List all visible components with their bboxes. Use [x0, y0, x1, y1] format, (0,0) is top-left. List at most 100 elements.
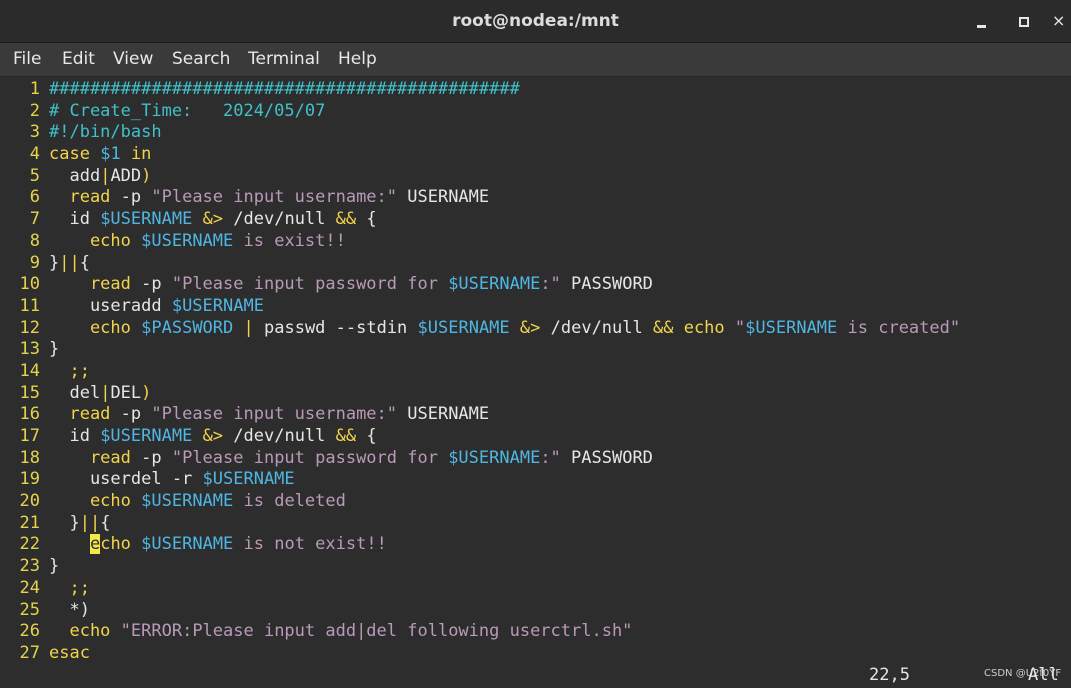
code-token: | — [100, 382, 111, 403]
code-token: && — [652, 317, 674, 338]
code-token: $USERNAME — [141, 491, 234, 512]
code-token: { — [100, 512, 111, 533]
line-number: 4 — [29, 144, 40, 165]
code-token: &> — [202, 426, 224, 446]
code-token: # Create_Time: 2024/05/07 — [49, 100, 326, 121]
menu-file[interactable]: File — [13, 43, 41, 76]
code-line: 18 read -p "Please input password for $U… — [8, 448, 960, 470]
line-number: 7 — [29, 209, 40, 230]
menu-search[interactable]: Search — [172, 43, 230, 76]
code-line: 13} — [8, 339, 960, 361]
code-token: ) — [141, 165, 152, 186]
code-lines: 1 #######################################… — [8, 79, 961, 665]
code-line: 15 del|DEL) — [8, 383, 960, 405]
code-line: 2 # Create_Time: 2024/05/07 — [8, 101, 960, 123]
maximize-button[interactable] — [1009, 0, 1039, 42]
code-token: :" — [540, 447, 561, 468]
code-token: in — [130, 144, 152, 165]
code-token: "Please input username:" — [151, 404, 398, 425]
code-token: $USERNAME — [100, 209, 193, 230]
code-token: USERNAME — [397, 404, 490, 425]
line-number: 3 — [29, 122, 40, 143]
close-button[interactable]: × — [1052, 0, 1071, 42]
code-token: $USERNAME — [448, 274, 541, 295]
line-number: 15 — [19, 382, 40, 403]
code-line: 24 ;; — [8, 578, 960, 600]
code-token: } — [49, 252, 60, 273]
code-token: id — [49, 426, 101, 446]
code-token: ;; — [49, 360, 90, 381]
code-line: 17 id $USERNAME &> /dev/null && { — [8, 426, 960, 448]
minimize-icon — [976, 25, 986, 28]
code-token: } — [49, 556, 60, 577]
code-line: 6 read -p "Please input username:" USERN… — [8, 187, 960, 209]
code-token: read — [49, 447, 131, 468]
title-bar[interactable]: root@nodea:/mnt × — [0, 0, 1071, 43]
code-line: 10 read -p "Please input password for $U… — [8, 274, 960, 296]
code-line: 3 #!/bin/bash — [8, 122, 960, 144]
maximize-icon — [1019, 16, 1029, 27]
code-token: ADD — [110, 165, 142, 186]
line-number: 8 — [29, 230, 40, 251]
line-number: 21 — [19, 512, 40, 533]
line-number: 17 — [19, 426, 40, 446]
code-token: $USERNAME — [171, 295, 264, 316]
line-number: 25 — [19, 599, 40, 620]
menu-edit[interactable]: Edit — [62, 43, 95, 76]
code-token: DEL — [110, 382, 142, 403]
code-token: add — [49, 165, 101, 186]
code-token: id — [49, 209, 101, 230]
line-number: 10 — [19, 274, 40, 295]
code-line: 5 add|ADD) — [8, 166, 960, 188]
menu-bar: File Edit View Search Terminal Help — [0, 43, 1071, 77]
line-number: 27 — [19, 642, 40, 663]
code-token: || — [79, 512, 101, 533]
code-token: useradd — [49, 295, 172, 316]
code-line: 27 esac — [8, 643, 960, 665]
menu-terminal[interactable]: Terminal — [248, 43, 320, 76]
minimize-button[interactable] — [966, 0, 996, 42]
code-line: 16 read -p "Please input username:" USER… — [8, 404, 960, 426]
code-token: $USERNAME — [745, 317, 838, 338]
editor-area[interactable]: 1 #######################################… — [0, 77, 1071, 688]
code-token: $USERNAME — [100, 426, 193, 446]
code-token: " — [734, 317, 746, 338]
code-token: :" — [540, 274, 561, 295]
line-number: 19 — [19, 469, 40, 490]
code-token: $USERNAME — [141, 534, 234, 555]
code-token: { — [356, 426, 377, 446]
text-cursor: e — [89, 534, 101, 555]
code-token: read — [49, 404, 111, 425]
code-token: ) — [141, 382, 152, 403]
menu-view[interactable]: View — [113, 43, 153, 76]
code-token: | — [243, 317, 254, 338]
line-number: 13 — [19, 339, 40, 360]
code-token: -p — [130, 447, 172, 468]
menu-help[interactable]: Help — [338, 43, 377, 76]
code-token: { — [79, 252, 90, 273]
code-token: echo — [49, 317, 131, 338]
code-token: echo — [673, 317, 725, 338]
code-token: userdel -r — [49, 469, 203, 490]
code-token: -p — [110, 404, 152, 425]
code-line: 7 id $USERNAME &> /dev/null && { — [8, 209, 960, 231]
code-line: 4 case $1 in — [8, 144, 960, 166]
line-number: 12 — [19, 317, 40, 338]
scroll-indicator: All — [1028, 665, 1059, 685]
code-token: &> — [202, 209, 224, 230]
code-token: "Please input password for — [171, 274, 449, 295]
code-token: } — [49, 512, 80, 533]
code-token: ;; — [49, 577, 90, 598]
code-token: case — [49, 144, 90, 165]
code-token: $USERNAME — [417, 317, 510, 338]
line-number: 2 — [29, 100, 40, 121]
code-token: USERNAME — [397, 187, 490, 208]
code-line: 23} — [8, 556, 960, 578]
code-token: $USERNAME — [202, 469, 295, 490]
line-number: 26 — [19, 621, 40, 642]
